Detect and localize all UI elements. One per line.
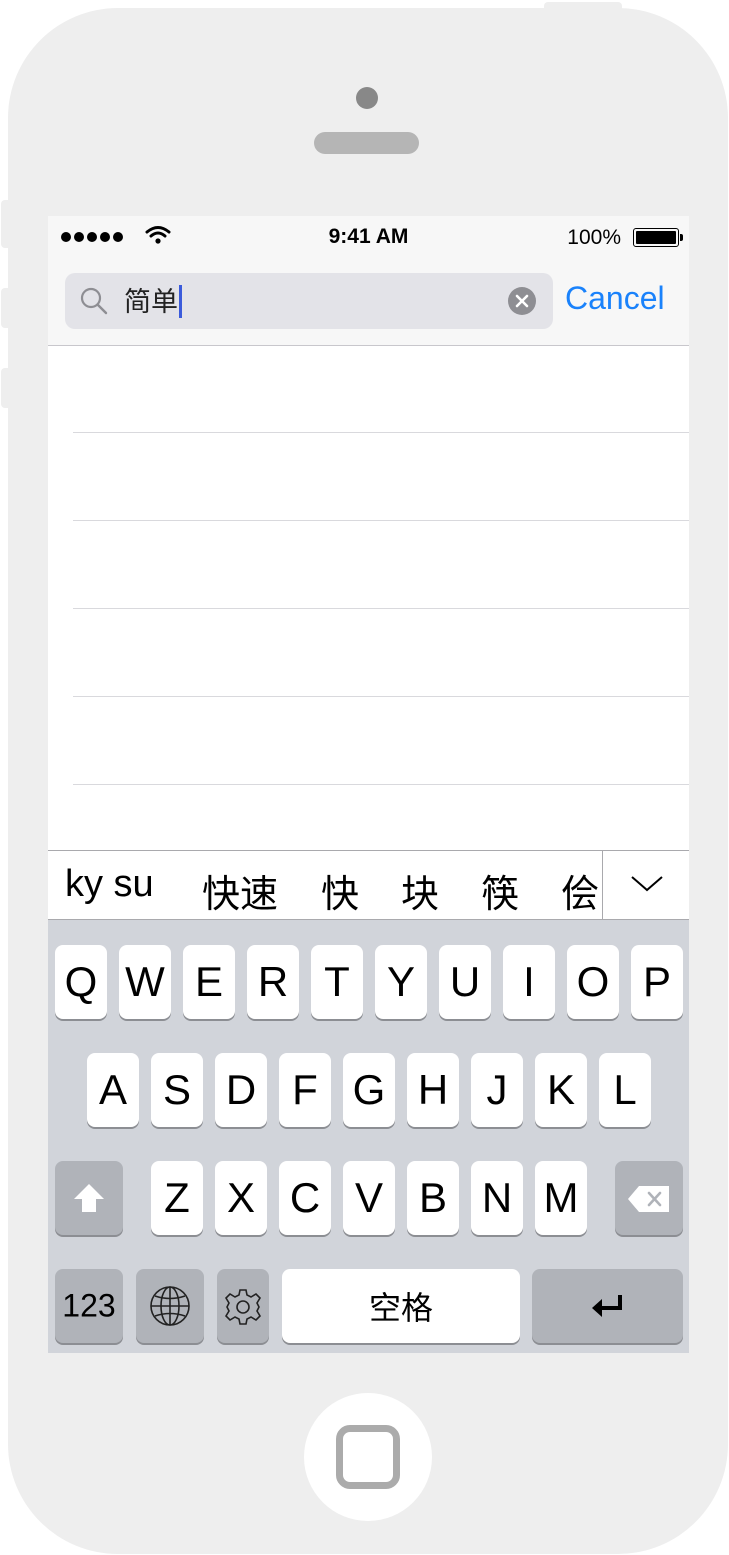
candidate-divider — [602, 851, 603, 919]
key-e[interactable]: E — [183, 945, 235, 1019]
key-i[interactable]: I — [503, 945, 555, 1019]
chevron-down-icon[interactable] — [630, 873, 664, 895]
candidate-item[interactable]: 快速 — [202, 863, 278, 918]
key-a[interactable]: A — [87, 1053, 139, 1127]
candidate-item[interactable]: 块 — [401, 863, 439, 918]
key-g[interactable]: G — [343, 1053, 395, 1127]
candidate-item[interactable]: 筷 — [481, 863, 519, 918]
key-n[interactable]: N — [471, 1161, 523, 1235]
search-query-text: 简单 — [124, 286, 178, 317]
key-q[interactable]: Q — [55, 945, 107, 1019]
key-u[interactable]: U — [439, 945, 491, 1019]
search-input[interactable]: 简单 — [124, 285, 182, 318]
list-separator — [73, 608, 689, 609]
shift-icon — [74, 1184, 104, 1212]
shift-key[interactable] — [55, 1161, 123, 1235]
list-separator — [73, 696, 689, 697]
gear-icon — [224, 1289, 262, 1325]
battery-percent: 100% — [567, 226, 621, 249]
list-separator — [73, 520, 689, 521]
key-h[interactable]: H — [407, 1053, 459, 1127]
cancel-button[interactable]: Cancel — [565, 280, 665, 317]
list-separator — [73, 432, 689, 433]
key-r[interactable]: R — [247, 945, 299, 1019]
space-key[interactable]: 空格 — [282, 1269, 520, 1343]
key-z[interactable]: Z — [151, 1161, 203, 1235]
key-k[interactable]: K — [535, 1053, 587, 1127]
return-icon — [592, 1295, 622, 1317]
search-field[interactable]: 简单 — [65, 273, 553, 329]
globe-icon — [150, 1286, 190, 1326]
key-l[interactable]: L — [599, 1053, 651, 1127]
key-v[interactable]: V — [343, 1161, 395, 1235]
screen: 9:41 AM 100% 简单 Cancel ky su 快速 快 块 筷 侩 … — [48, 216, 689, 1353]
text-cursor — [179, 285, 182, 318]
key-o[interactable]: O — [567, 945, 619, 1019]
list-separator — [73, 784, 689, 785]
battery-icon — [633, 228, 683, 247]
key-d[interactable]: D — [215, 1053, 267, 1127]
key-c[interactable]: C — [279, 1161, 331, 1235]
clear-text-icon[interactable] — [508, 287, 536, 315]
pinyin-composition[interactable]: ky su — [65, 863, 154, 906]
key-x[interactable]: X — [215, 1161, 267, 1235]
key-w[interactable]: W — [119, 945, 171, 1019]
ime-candidate-bar: ky su 快速 快 块 筷 侩 — [48, 850, 689, 920]
key-j[interactable]: J — [471, 1053, 523, 1127]
search-icon — [80, 287, 108, 315]
key-y[interactable]: Y — [375, 945, 427, 1019]
status-bar: 9:41 AM 100% — [48, 216, 689, 260]
delete-key[interactable] — [615, 1161, 683, 1235]
search-header: 9:41 AM 100% 简单 Cancel — [48, 216, 689, 346]
key-m[interactable]: M — [535, 1161, 587, 1235]
settings-key[interactable] — [217, 1269, 269, 1343]
numbers-key[interactable]: 123 — [55, 1269, 123, 1343]
key-s[interactable]: S — [151, 1053, 203, 1127]
key-t[interactable]: T — [311, 945, 363, 1019]
keyboard: Q W E R T Y U I O P A S D F G H J K L Z … — [48, 920, 689, 1353]
key-f[interactable]: F — [279, 1053, 331, 1127]
backspace-icon — [628, 1186, 669, 1212]
candidate-item[interactable]: 侩 — [561, 863, 599, 918]
home-button[interactable] — [304, 1393, 432, 1521]
home-button-square-icon — [336, 1425, 400, 1489]
earpiece-speaker — [314, 132, 419, 154]
candidate-item[interactable]: 快 — [321, 863, 359, 918]
front-camera — [356, 87, 378, 109]
key-p[interactable]: P — [631, 945, 683, 1019]
globe-key[interactable] — [136, 1269, 204, 1343]
return-key[interactable] — [532, 1269, 683, 1343]
key-b[interactable]: B — [407, 1161, 459, 1235]
